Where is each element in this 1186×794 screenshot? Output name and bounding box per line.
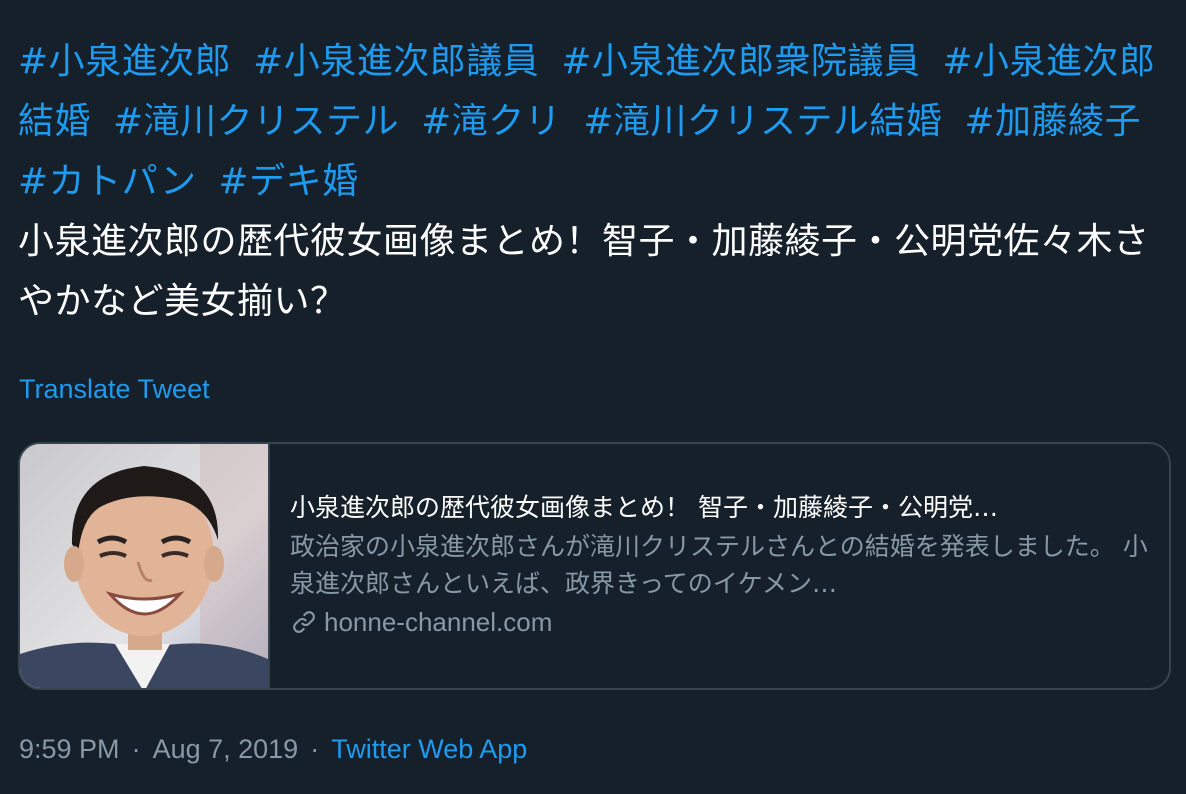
hashtag-link[interactable]: #滝クリ: [421, 101, 561, 142]
meta-separator: ·: [310, 734, 320, 764]
card-domain-text: honne-channel.com: [324, 607, 553, 637]
tweet-source-link[interactable]: Twitter Web App: [331, 734, 527, 764]
portrait-photo-icon: [20, 444, 268, 688]
hashtag-link[interactable]: #デキ婚: [218, 161, 358, 202]
hashtag-link[interactable]: #カトパン: [18, 161, 196, 202]
tweet-meta: 9:59 PM · Aug 7, 2019 · Twitter Web App: [19, 734, 527, 765]
tweet-body: 小泉進次郎の歴代彼女画像まとめ！智子・加藤綾子・公明党佐々木さやかなど美女揃い？: [18, 221, 1150, 322]
tweet-text: #小泉進次郎 #小泉進次郎議員 #小泉進次郎衆院議員 #小泉進次郎結婚 #滝川ク…: [18, 32, 1168, 332]
hashtag-link[interactable]: #加藤綾子: [964, 101, 1141, 142]
hashtag-link[interactable]: #滝川クリステル: [113, 101, 399, 142]
hashtag-link[interactable]: #滝川クリステル結婚: [583, 101, 942, 142]
link-preview-card[interactable]: 小泉進次郎の歴代彼女画像まとめ！ 智子・加藤綾子・公明党… 政治家の小泉進次郎さ…: [18, 442, 1171, 690]
card-description: 政治家の小泉進次郎さんが滝川クリステルさんとの結婚を発表しました。 小泉進次郎さ…: [290, 532, 1148, 598]
tweet-time[interactable]: 9:59 PM: [19, 734, 120, 764]
card-domain: honne-channel.com: [290, 605, 1150, 639]
card-thumbnail: [20, 444, 270, 688]
hashtag-list: #小泉進次郎 #小泉進次郎議員 #小泉進次郎衆院議員 #小泉進次郎結婚 #滝川ク…: [18, 32, 1168, 212]
hashtag-link[interactable]: #小泉進次郎: [18, 41, 231, 82]
card-title: 小泉進次郎の歴代彼女画像まとめ！ 智子・加藤綾子・公明党…: [290, 493, 998, 522]
hashtag-link[interactable]: #小泉進次郎衆院議員: [561, 41, 920, 82]
tweet-date[interactable]: Aug 7, 2019: [153, 734, 299, 764]
link-icon: [293, 611, 315, 633]
card-content: 小泉進次郎の歴代彼女画像まとめ！ 智子・加藤綾子・公明党… 政治家の小泉進次郎さ…: [290, 488, 1150, 639]
translate-tweet-link[interactable]: Translate Tweet: [19, 374, 210, 405]
hashtag-link[interactable]: #小泉進次郎議員: [253, 41, 539, 82]
meta-separator: ·: [131, 734, 141, 764]
